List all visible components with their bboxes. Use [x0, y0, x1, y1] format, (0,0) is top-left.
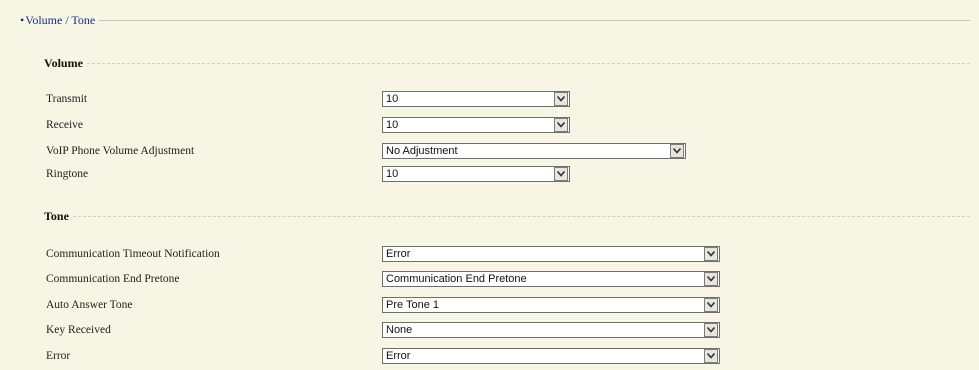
section-header: •Volume / Tone [20, 10, 970, 30]
end-pretone-select[interactable]: Communication End Pretone [382, 271, 720, 287]
chevron-down-icon[interactable] [670, 144, 684, 158]
receive-value: 10 [386, 119, 399, 131]
receive-label: Receive [46, 119, 84, 131]
end-pretone-row: Communication End Pretone Communication … [46, 270, 720, 288]
auto-answer-tone-row: Auto Answer Tone Pre Tone 1 [46, 296, 720, 314]
voip-volume-value: No Adjustment [386, 145, 458, 157]
ringtone-select[interactable]: 10 [382, 166, 570, 182]
tone-heading: Tone [44, 208, 69, 223]
key-received-label: Key Received [46, 324, 111, 336]
transmit-row: Transmit 10 [46, 90, 570, 108]
chevron-down-icon[interactable] [704, 298, 718, 312]
chevron-down-icon[interactable] [554, 118, 568, 132]
volume-heading: Volume [44, 55, 83, 70]
key-received-value: None [386, 324, 413, 336]
key-received-row: Key Received None [46, 321, 720, 339]
auto-answer-tone-select[interactable]: Pre Tone 1 [382, 297, 720, 313]
voip-volume-select[interactable]: No Adjustment [382, 143, 686, 159]
error-value: Error [386, 350, 411, 362]
voip-volume-row: VoIP Phone Volume Adjustment No Adjustme… [46, 142, 686, 160]
ringtone-row: Ringtone 10 [46, 165, 570, 183]
chevron-down-icon[interactable] [704, 323, 718, 337]
section-bullet: • [20, 12, 25, 27]
chevron-down-icon[interactable] [704, 247, 718, 261]
error-select[interactable]: Error [382, 348, 720, 364]
end-pretone-label: Communication End Pretone [46, 273, 180, 285]
voip-volume-label: VoIP Phone Volume Adjustment [46, 145, 195, 157]
chevron-down-icon[interactable] [554, 92, 568, 106]
section-title-text: Volume / Tone [25, 12, 96, 27]
transmit-value: 10 [386, 93, 399, 105]
timeout-notification-value: Error [386, 248, 411, 260]
chevron-down-icon[interactable] [704, 349, 718, 363]
volume-divider [86, 62, 970, 64]
receive-row: Receive 10 [46, 116, 570, 134]
transmit-label: Transmit [46, 93, 88, 105]
chevron-down-icon[interactable] [704, 272, 718, 286]
auto-answer-tone-label: Auto Answer Tone [46, 299, 133, 311]
timeout-notification-label: Communication Timeout Notification [46, 248, 220, 260]
tone-group-header: Tone [44, 207, 970, 225]
volume-group-header: Volume [44, 54, 970, 72]
key-received-select[interactable]: None [382, 322, 720, 338]
error-row: Error Error [46, 347, 720, 365]
timeout-notification-select[interactable]: Error [382, 246, 720, 262]
chevron-down-icon[interactable] [554, 167, 568, 181]
auto-answer-tone-value: Pre Tone 1 [386, 299, 440, 311]
section-divider [99, 19, 970, 21]
end-pretone-value: Communication End Pretone [386, 273, 527, 285]
tone-divider [72, 215, 970, 217]
timeout-notification-row: Communication Timeout Notification Error [46, 245, 720, 263]
receive-select[interactable]: 10 [382, 117, 570, 133]
error-label: Error [46, 350, 71, 362]
ringtone-label: Ringtone [46, 168, 89, 180]
transmit-select[interactable]: 10 [382, 91, 570, 107]
ringtone-value: 10 [386, 168, 399, 180]
section-title: •Volume / Tone [20, 13, 99, 28]
